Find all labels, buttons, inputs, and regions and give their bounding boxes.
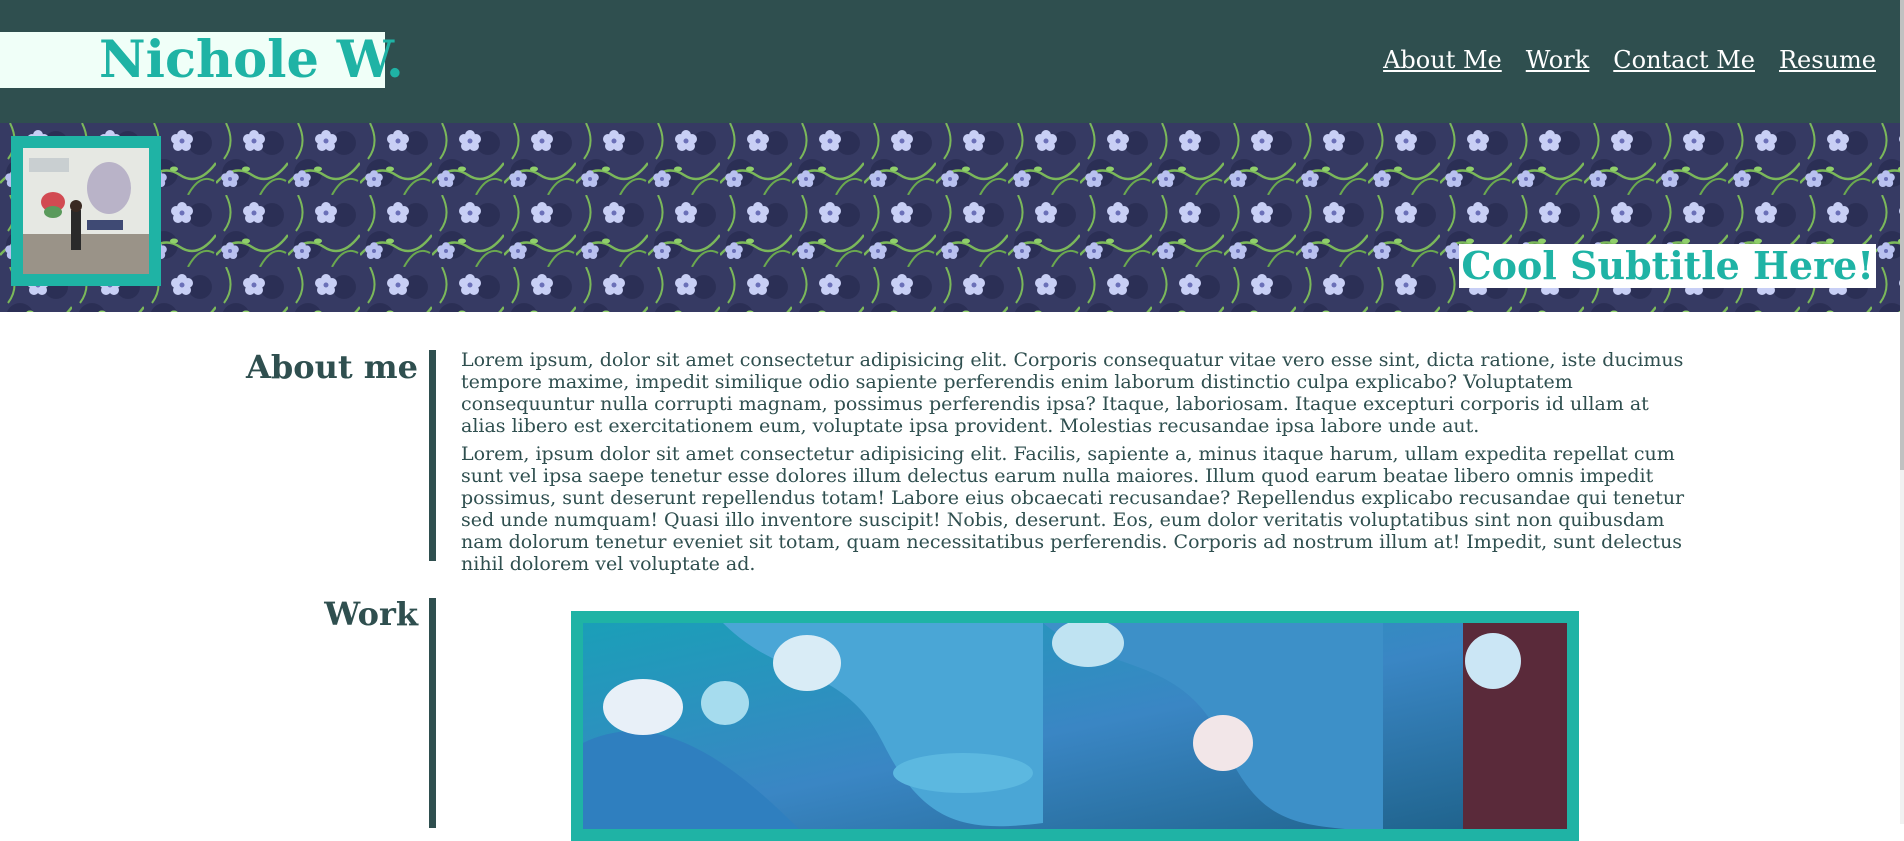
about-divider — [429, 350, 436, 561]
main-nav: About Me Work Contact Me Resume — [1383, 46, 1876, 74]
about-paragraph-2: Lorem, ipsum dolor sit amet consectetur … — [461, 443, 1685, 575]
work-divider — [429, 598, 436, 828]
brand-name[interactable]: Nichole W. — [99, 32, 404, 88]
profile-photo — [23, 148, 149, 274]
work-image-frame[interactable] — [571, 611, 1579, 841]
page-scrollbar[interactable] — [1900, 0, 1904, 824]
about-paragraph-1: Lorem ipsum, dolor sit amet consectetur … — [461, 349, 1684, 437]
banner-subtitle: Cool Subtitle Here! — [1459, 243, 1876, 288]
brand-box: Nichole W. — [0, 32, 404, 88]
profile-photo-frame — [11, 136, 161, 286]
nav-link-resume[interactable]: Resume — [1779, 46, 1876, 74]
work-image-graphic — [583, 623, 1567, 829]
about-text: Lorem ipsum, dolor sit amet consectetur … — [461, 349, 1694, 581]
nav-link-work[interactable]: Work — [1526, 46, 1590, 74]
work-heading: Work — [324, 595, 418, 633]
profile-photo-graphic — [23, 148, 149, 274]
scrollbar-thumb[interactable] — [1900, 0, 1904, 470]
nav-link-contact[interactable]: Contact Me — [1613, 46, 1755, 74]
nav-link-about[interactable]: About Me — [1383, 46, 1502, 74]
about-heading: About me — [246, 348, 418, 386]
site-header: Nichole W. About Me Work Contact Me Resu… — [0, 0, 1900, 123]
work-image[interactable] — [583, 623, 1567, 829]
